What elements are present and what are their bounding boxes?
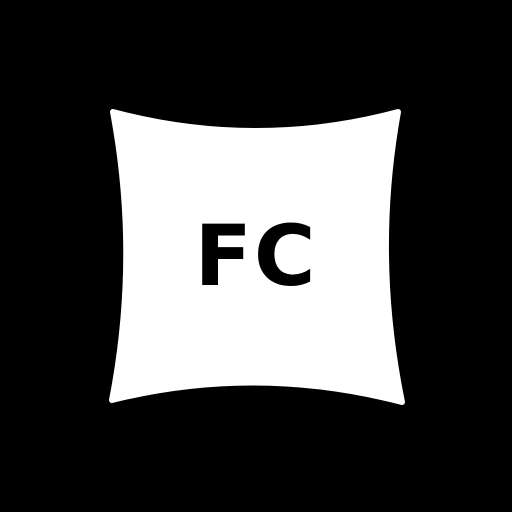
app-icon: FC	[0, 0, 512, 512]
logo-text: FC	[194, 207, 318, 305]
